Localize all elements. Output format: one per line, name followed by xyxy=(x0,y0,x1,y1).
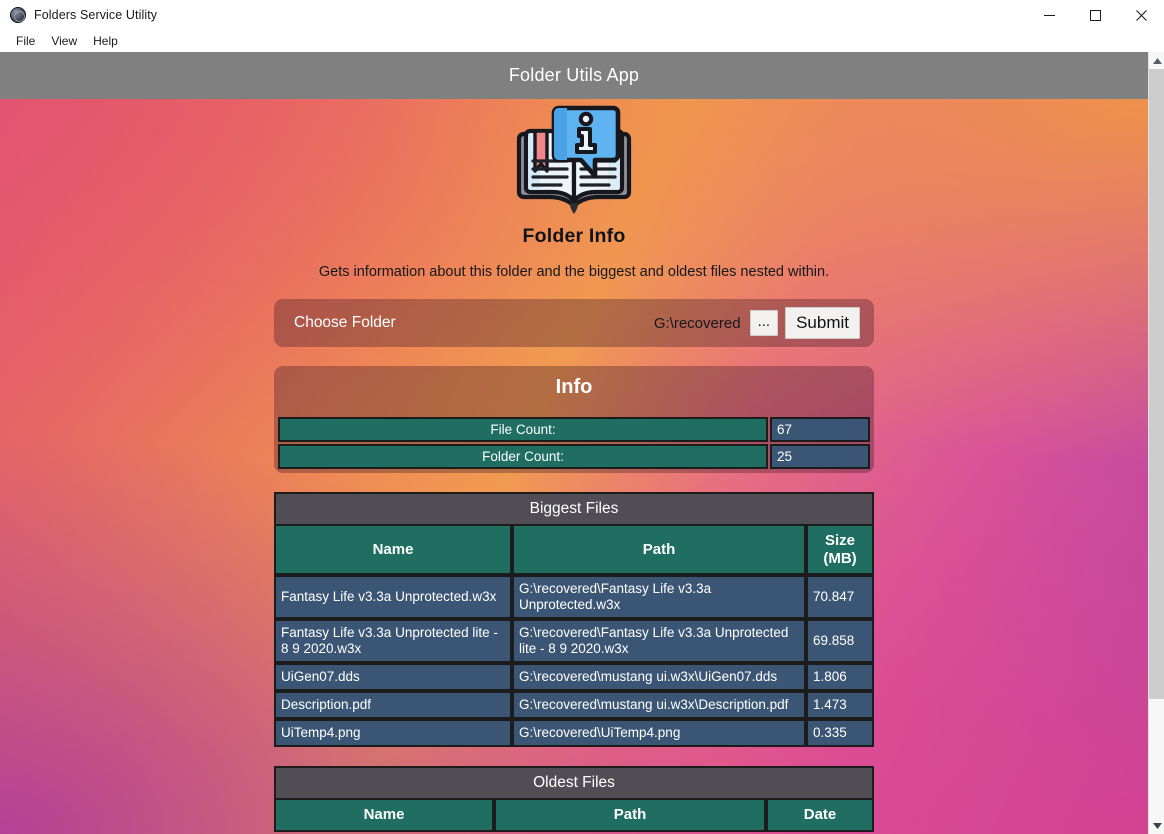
folder-chooser-bar: Choose Folder G:\recovered ... Submit xyxy=(274,299,874,347)
table-row[interactable]: Fantasy Life v3.3a Unprotected.w3x G:\re… xyxy=(274,575,874,620)
oldest-files-section: Oldest Files Name Path Date xyxy=(274,765,874,832)
close-button[interactable] xyxy=(1118,0,1164,30)
menu-item-file[interactable]: File xyxy=(8,32,43,50)
file-count-label: File Count: xyxy=(278,417,768,442)
minimize-button[interactable] xyxy=(1026,0,1072,30)
file-path: G:\recovered\Fantasy Life v3.3a Unprotec… xyxy=(512,619,806,664)
table-row[interactable]: Description.pdf G:\recovered\mustang ui.… xyxy=(274,690,874,719)
file-name: UiTemp4.png xyxy=(274,718,512,747)
info-table: File Count: 67 Folder Count: 25 xyxy=(276,415,872,471)
oldest-files-table: Name Path Date xyxy=(274,797,874,832)
column-header-path[interactable]: Path xyxy=(512,524,806,576)
scroll-thumb[interactable] xyxy=(1149,69,1164,699)
file-path: G:\recovered\UiTemp4.png xyxy=(512,718,806,747)
selected-folder-path: G:\recovered xyxy=(653,314,741,332)
table-row[interactable]: Fantasy Life v3.3a Unprotected lite - 8 … xyxy=(274,619,874,664)
open-book-info-icon xyxy=(516,105,632,214)
oldest-files-title: Oldest Files xyxy=(274,765,874,800)
info-panel-title: Info xyxy=(555,376,593,398)
file-size: 0.335 xyxy=(806,718,874,747)
file-size: 1.806 xyxy=(806,663,874,691)
menu-bar: File View Help xyxy=(0,30,1164,52)
table-header-row: Name Path Date xyxy=(274,797,874,832)
file-path: G:\recovered\Fantasy Life v3.3a Unprotec… xyxy=(512,575,806,620)
page-body: Folder Info Gets information about this … xyxy=(0,99,1148,834)
maximize-icon xyxy=(1089,9,1101,21)
file-name: Fantasy Life v3.3a Unprotected lite - 8 … xyxy=(274,619,512,664)
file-name: Fantasy Life v3.3a Unprotected.w3x xyxy=(274,575,512,620)
table-row: Folder Count: 25 xyxy=(278,444,870,469)
window-title: Folders Service Utility xyxy=(34,8,158,22)
column-header-name[interactable]: Name xyxy=(274,797,494,832)
close-icon xyxy=(1135,9,1147,21)
file-count-value: 67 xyxy=(770,417,870,442)
biggest-files-title: Biggest Files xyxy=(274,492,874,526)
submit-button[interactable]: Submit xyxy=(785,307,860,339)
vertical-scrollbar[interactable] xyxy=(1148,52,1164,834)
scroll-down-arrow-icon xyxy=(1152,822,1162,829)
app-icon xyxy=(10,7,26,23)
biggest-files-table: Name Path Size (MB)Size(MB) Fantasy Life… xyxy=(274,524,874,747)
menu-item-view[interactable]: View xyxy=(43,32,85,50)
file-name: Description.pdf xyxy=(274,690,512,719)
file-path: G:\recovered\mustang ui.w3x\Description.… xyxy=(512,690,806,719)
logo-block: Folder Info xyxy=(494,99,654,248)
choose-folder-label: Choose Folder xyxy=(294,314,396,331)
file-name: UiGen07.dds xyxy=(274,663,512,691)
logo-caption: Folder Info xyxy=(522,225,626,247)
content-area: Folder Utils App Folder Info Gets inform… xyxy=(0,52,1164,834)
file-size: 1.473 xyxy=(806,690,874,719)
app-description: Gets information about this folder and t… xyxy=(318,264,830,280)
folder-count-value: 25 xyxy=(770,444,870,469)
info-panel: Info File Count: 67 Folder Count: 25 xyxy=(274,366,874,473)
file-path: G:\recovered\mustang ui.w3x\UiGen07.dds xyxy=(512,663,806,691)
browse-folder-button[interactable]: ... xyxy=(749,310,779,336)
column-header-name[interactable]: Name xyxy=(274,524,512,576)
maximize-button[interactable] xyxy=(1072,0,1118,30)
folder-count-label: Folder Count: xyxy=(278,444,768,469)
column-header-size[interactable]: Size (MB)Size(MB) xyxy=(806,524,874,576)
scroll-up-button[interactable] xyxy=(1149,52,1164,69)
scroll-down-button[interactable] xyxy=(1149,817,1164,834)
application-window: Folders Service Utility File View Help F… xyxy=(0,0,1164,834)
app-header-bar: Folder Utils App xyxy=(0,52,1148,99)
table-row: File Count: 67 xyxy=(278,417,870,442)
column-header-path[interactable]: Path xyxy=(494,797,766,832)
app-canvas: Folder Utils App Folder Info Gets inform… xyxy=(0,52,1148,834)
file-size: 69.858 xyxy=(806,619,874,664)
window-controls xyxy=(1026,0,1164,30)
title-bar: Folders Service Utility xyxy=(0,0,1164,30)
table-row[interactable]: UiGen07.dds G:\recovered\mustang ui.w3x\… xyxy=(274,663,874,691)
menu-item-help[interactable]: Help xyxy=(85,32,126,50)
file-size: 70.847 xyxy=(806,575,874,620)
column-header-date[interactable]: Date xyxy=(766,797,874,832)
app-title: Folder Utils App xyxy=(508,65,640,85)
minimize-icon xyxy=(1043,14,1055,16)
table-row[interactable]: UiTemp4.png G:\recovered\UiTemp4.png 0.3… xyxy=(274,718,874,747)
biggest-files-section: Biggest Files Name Path Size (MB)Size(MB… xyxy=(274,492,874,747)
table-header-row: Name Path Size (MB)Size(MB) xyxy=(274,524,874,576)
scroll-up-arrow-icon xyxy=(1152,57,1162,64)
